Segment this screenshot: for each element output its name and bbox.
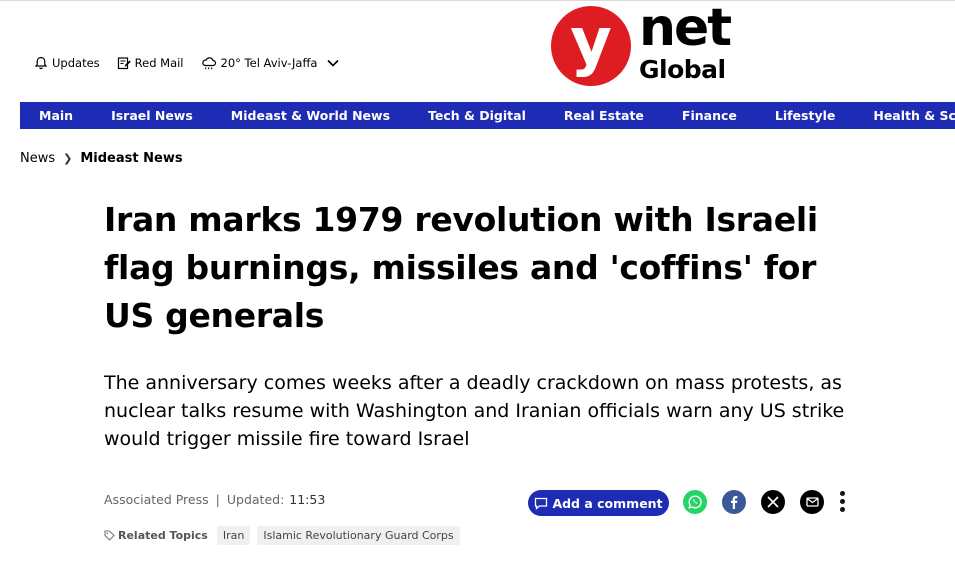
facebook-share-button[interactable] (722, 490, 746, 514)
red-mail-label: Red Mail (134, 56, 184, 70)
meta-separator: | (215, 492, 220, 507)
article-source: Associated Press (104, 492, 209, 507)
x-share-button[interactable] (761, 490, 785, 514)
bell-icon (34, 56, 48, 70)
updated-time: 11:53 (289, 492, 326, 507)
nav-item-real-estate[interactable]: Real Estate (545, 102, 663, 129)
updates-link[interactable]: Updates (34, 56, 100, 70)
logo-global: Global (639, 55, 726, 84)
article-title: Iran marks 1979 revolution with Israeli … (104, 200, 818, 335)
nav-item-health-science[interactable]: Health & Science (854, 102, 955, 129)
more-options-icon[interactable] (838, 491, 846, 513)
add-comment-button[interactable]: Add a comment (528, 490, 669, 516)
header-utilities: Updates Red Mail 20° Tel Aviv-Jaffa (34, 56, 360, 70)
logo-net: net (639, 0, 732, 58)
chevron-right-icon: ❯ (63, 152, 73, 165)
edit-note-icon (117, 57, 131, 70)
email-share-button[interactable] (800, 490, 824, 514)
ynet-global-logo[interactable]: y net Global (551, 0, 732, 88)
nav-item-israel-news[interactable]: Israel News (92, 102, 212, 129)
related-topics-header: Related Topics (104, 529, 208, 542)
red-mail-link[interactable]: Red Mail (117, 56, 184, 70)
nav-item-finance[interactable]: Finance (663, 102, 756, 129)
whatsapp-share-button[interactable] (683, 490, 707, 514)
weather-cloud-icon (201, 57, 216, 70)
email-icon (805, 497, 819, 507)
add-comment-label: Add a comment (552, 495, 663, 511)
main-nav: Main Israel News Mideast & World News Te… (20, 102, 955, 129)
top-border (0, 0, 955, 1)
article-meta: Associated Press | Updated: 11:53 (104, 492, 325, 507)
related-topics: Related Topics Iran Islamic Revolutionar… (104, 526, 467, 545)
updated-label: Updated: (226, 492, 285, 507)
tag-icon (104, 530, 115, 541)
nav-item-main[interactable]: Main (20, 102, 92, 129)
nav-item-mideast-world-news[interactable]: Mideast & World News (212, 102, 409, 129)
chevron-down-icon[interactable] (327, 59, 340, 67)
updates-label: Updates (52, 56, 100, 70)
whatsapp-icon (688, 495, 702, 509)
weather-label: 20° Tel Aviv-Jaffa (220, 56, 318, 70)
breadcrumb: News ❯ Mideast News (20, 151, 183, 166)
comment-icon (535, 497, 548, 510)
breadcrumb-mideast-news[interactable]: Mideast News (80, 151, 182, 166)
nav-item-tech-digital[interactable]: Tech & Digital (409, 102, 545, 129)
topic-tag-iran[interactable]: Iran (216, 526, 251, 545)
nav-item-lifestyle[interactable]: Lifestyle (756, 102, 855, 129)
facebook-icon (731, 496, 738, 509)
x-icon (767, 496, 779, 508)
related-topics-label: Related Topics (118, 529, 208, 542)
weather-widget[interactable]: 20° Tel Aviv-Jaffa (201, 56, 344, 70)
breadcrumb-news[interactable]: News (20, 151, 55, 166)
article-subtitle: The anniversary comes weeks after a dead… (104, 372, 845, 450)
logo-y: y (570, 5, 612, 79)
topic-tag-irgc[interactable]: Islamic Revolutionary Guard Corps (257, 526, 460, 545)
